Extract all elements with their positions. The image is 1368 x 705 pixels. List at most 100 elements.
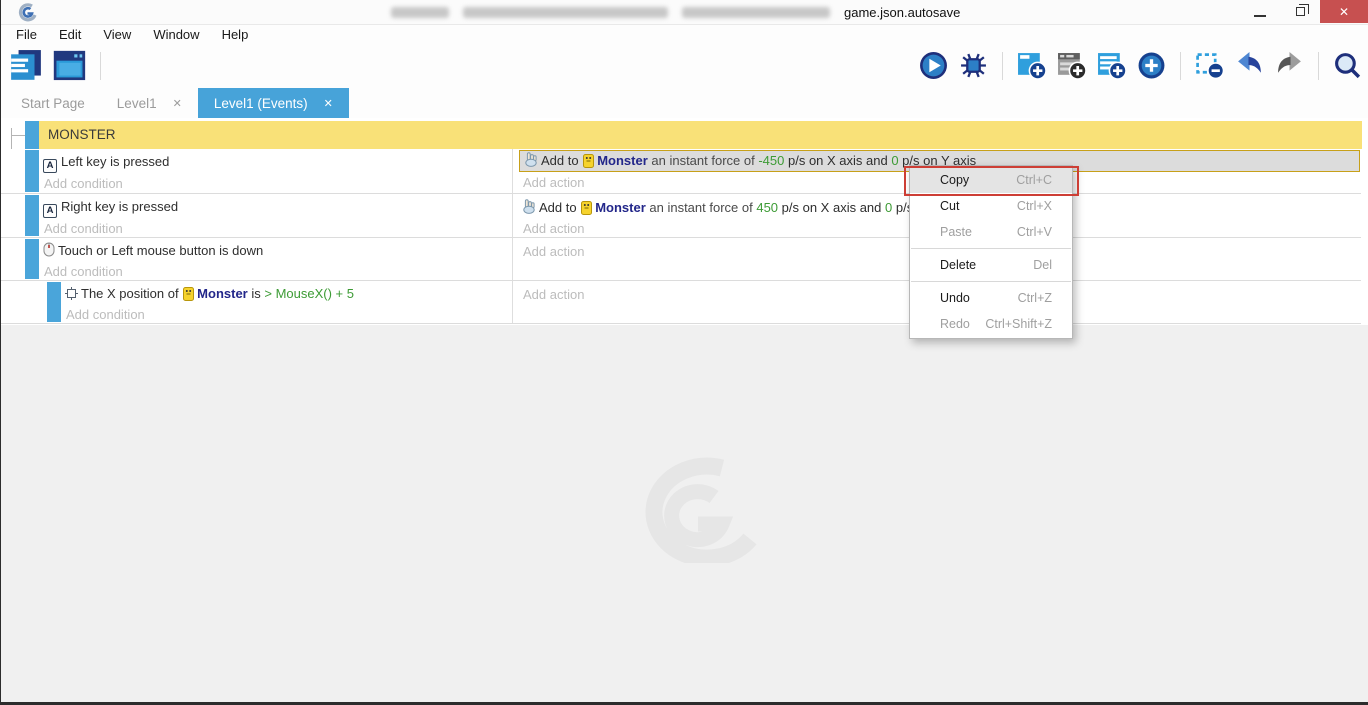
- add-sub-event-icon: [1057, 51, 1086, 80]
- search-icon: [1333, 51, 1362, 80]
- gdevelop-watermark-logo: [619, 448, 769, 563]
- monster-object-icon: [583, 154, 594, 168]
- add-condition-link[interactable]: Add condition: [61, 304, 512, 325]
- event-row: A Left key is pressed Add condition Add t…: [1, 149, 1361, 194]
- remove-selection-icon: [1195, 51, 1224, 80]
- tab-label: Start Page: [21, 96, 85, 111]
- redacted-title-segment: [391, 7, 449, 18]
- menu-window[interactable]: Window: [142, 25, 210, 45]
- debug-icon: [959, 51, 988, 80]
- action-text: Add to: [541, 153, 582, 168]
- condition-sentence[interactable]: The X position of Monster is > MouseX() …: [61, 281, 512, 304]
- project-manager-button[interactable]: [9, 49, 43, 83]
- menu-item-shortcut: Ctrl+Z: [1018, 291, 1052, 305]
- condition-sentence[interactable]: ARight key is pressed: [39, 194, 512, 218]
- menu-file[interactable]: File: [5, 25, 48, 45]
- tab-close-icon[interactable]: ✕: [324, 97, 333, 110]
- redacted-title-segment: [682, 7, 830, 18]
- add-event-button[interactable]: [1017, 51, 1046, 80]
- object-name: Monster: [595, 200, 646, 215]
- action-text: p/s on X axis and: [778, 200, 885, 215]
- condition-text: Touch or Left mouse button is down: [58, 243, 263, 258]
- context-menu-item-copy[interactable]: Copy Ctrl+C: [910, 167, 1072, 193]
- tab-label: Level1 (Events): [214, 96, 308, 111]
- context-menu: Copy Ctrl+C Cut Ctrl+X Paste Ctrl+V Dele…: [909, 165, 1073, 339]
- menu-view[interactable]: View: [92, 25, 142, 45]
- restore-icon: [1296, 7, 1305, 16]
- menu-bar: File Edit View Window Help: [1, 24, 1368, 44]
- add-condition-link[interactable]: Add condition: [39, 218, 512, 239]
- project-manager-icon: [9, 49, 43, 83]
- menu-item-shortcut: Ctrl+C: [1016, 173, 1052, 187]
- add-comment-button[interactable]: [1097, 51, 1126, 80]
- conditions-cell: The X position of Monster is > MouseX() …: [61, 281, 513, 323]
- window-title-text: game.json.autosave: [844, 5, 960, 20]
- redo-icon: [1275, 51, 1304, 80]
- add-new-button[interactable]: [1137, 51, 1166, 80]
- context-menu-item-undo[interactable]: Undo Ctrl+Z: [910, 285, 1072, 311]
- conditions-cell: ARight key is pressed Add condition: [39, 194, 513, 237]
- menu-item-label: Undo: [940, 291, 970, 305]
- event-highlight-bar: [25, 239, 39, 279]
- debug-button[interactable]: [959, 51, 988, 80]
- condition-sentence[interactable]: A Left key is pressed: [39, 149, 512, 173]
- event-highlight-bar: [47, 282, 61, 322]
- tab-scene-level1[interactable]: Level1 ✕: [101, 88, 198, 118]
- undo-icon: [1235, 51, 1264, 80]
- condition-sentence[interactable]: Touch or Left mouse button is down: [39, 238, 512, 261]
- close-button[interactable]: ✕: [1320, 0, 1368, 23]
- menu-item-shortcut: Del: [1033, 258, 1052, 272]
- event-highlight-bar: [25, 150, 39, 192]
- menu-help[interactable]: Help: [211, 25, 260, 45]
- tab-events-level1[interactable]: Level1 (Events) ✕: [198, 88, 349, 118]
- toolbar: [1, 44, 1368, 88]
- scene-editor-button[interactable]: [53, 49, 87, 83]
- scene-editor-icon: [53, 49, 87, 83]
- undo-button[interactable]: [1235, 51, 1264, 80]
- tab-close-icon[interactable]: ✕: [173, 97, 182, 110]
- add-condition-link[interactable]: Add condition: [39, 261, 512, 282]
- add-condition-link[interactable]: Add condition: [39, 173, 512, 194]
- condition-text: Left key is pressed: [61, 154, 169, 169]
- preview-button[interactable]: [919, 51, 948, 80]
- redo-button[interactable]: [1275, 51, 1304, 80]
- action-text: p/s on X axis and: [784, 153, 891, 168]
- comment-text: MONSTER: [39, 121, 1362, 149]
- add-comment-icon: [1097, 51, 1126, 80]
- conditions-cell: A Left key is pressed Add condition: [39, 149, 513, 193]
- gdevelop-logo-icon: [17, 2, 39, 22]
- title-bar: game.json.autosave ✕: [1, 0, 1368, 24]
- tab-bar: Start Page Level1 ✕ Level1 (Events) ✕: [1, 88, 1368, 118]
- context-menu-item-paste[interactable]: Paste Ctrl+V: [910, 219, 1072, 245]
- toolbar-separator: [1318, 52, 1319, 80]
- context-menu-item-cut[interactable]: Cut Ctrl+X: [910, 193, 1072, 219]
- tab-start-page[interactable]: Start Page: [5, 88, 101, 118]
- menu-edit[interactable]: Edit: [48, 25, 92, 45]
- remove-selection-button[interactable]: [1195, 51, 1224, 80]
- object-name: Monster: [597, 153, 648, 168]
- object-name: Monster: [197, 286, 248, 301]
- tab-label: Level1: [117, 96, 157, 111]
- minimize-button[interactable]: [1240, 0, 1280, 23]
- search-button[interactable]: [1333, 51, 1362, 80]
- condition-text: Right key is pressed: [61, 199, 178, 214]
- action-text: Add to: [539, 200, 580, 215]
- add-sub-event-button[interactable]: [1057, 51, 1086, 80]
- action-value: -450: [758, 153, 784, 168]
- restore-button[interactable]: [1280, 0, 1320, 23]
- menu-item-shortcut: Ctrl+X: [1017, 199, 1052, 213]
- toolbar-separator: [1180, 52, 1181, 80]
- condition-text: is: [248, 286, 265, 301]
- action-text: an instant force of: [646, 200, 757, 215]
- action-value: 0: [891, 153, 898, 168]
- condition-expression: > MouseX() + 5: [264, 286, 354, 301]
- keyboard-key-icon: A: [43, 159, 57, 173]
- window-controls: ✕: [1240, 0, 1368, 23]
- comment-event[interactable]: MONSTER: [39, 121, 1362, 149]
- context-menu-item-redo[interactable]: Redo Ctrl+Shift+Z: [910, 311, 1072, 337]
- events-sheet: MONSTER A Left key is pressed Add conditi…: [1, 118, 1368, 702]
- event-highlight-bar: [25, 121, 39, 149]
- context-menu-item-delete[interactable]: Delete Del: [910, 252, 1072, 278]
- toolbar-separator: [1002, 52, 1003, 80]
- monster-object-icon: [581, 201, 592, 215]
